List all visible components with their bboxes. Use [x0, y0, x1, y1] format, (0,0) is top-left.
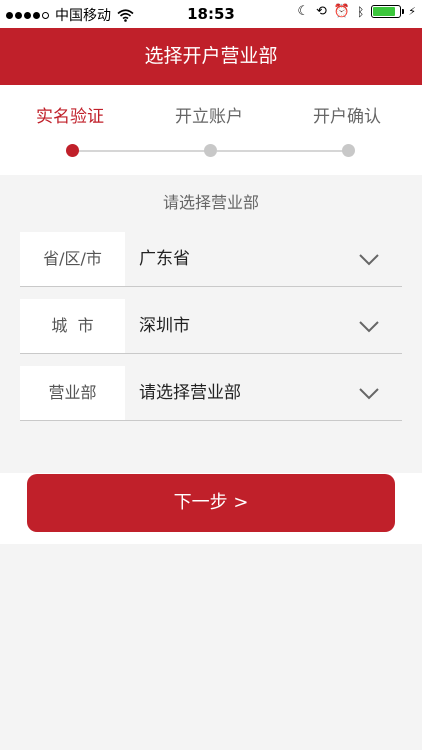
- branch-value: 请选择营业部: [139, 383, 241, 403]
- bluetooth-icon: ᛒ: [357, 4, 365, 19]
- branch-select[interactable]: 营业部 请选择营业部: [20, 366, 402, 421]
- battery-icon: [371, 5, 405, 18]
- status-right: ☾ ⟲ ⏰ ᛒ ⚡: [297, 4, 416, 19]
- section-prompt: 请选择营业部: [162, 193, 259, 212]
- branch-label: 营业部: [20, 366, 125, 420]
- province-value: 广东省: [139, 249, 190, 269]
- moon-icon: ☾: [297, 4, 309, 19]
- chevron-down-icon: [359, 254, 379, 266]
- province-label: 省/区/市: [20, 232, 125, 286]
- step-label-open-account: 开立账户: [175, 107, 243, 127]
- city-value: 深圳市: [139, 316, 190, 336]
- chevron-down-icon: [359, 321, 379, 333]
- step-connector-1: [77, 150, 205, 152]
- step-dot-2: [204, 144, 217, 157]
- step-connector-2: [217, 150, 343, 152]
- alarm-icon: ⏰: [333, 4, 351, 19]
- button-area: 下一步 >: [0, 473, 422, 544]
- city-label: 城 市: [20, 299, 125, 353]
- province-select[interactable]: 省/区/市 广东省: [20, 232, 402, 287]
- step-indicator: 实名验证 开立账户 开户确认: [0, 85, 422, 175]
- charging-icon: ⚡: [408, 5, 416, 18]
- page-title: 选择开户营业部: [0, 28, 422, 85]
- rotation-lock-icon: ⟲: [315, 4, 327, 19]
- step-dot-3: [342, 144, 355, 157]
- chevron-down-icon: [359, 388, 379, 400]
- status-bar: 中国移动 18:53 ☾ ⟲ ⏰ ᛒ ⚡: [0, 0, 422, 28]
- city-select[interactable]: 城 市 深圳市: [20, 299, 402, 354]
- next-step-button[interactable]: 下一步 >: [27, 474, 395, 532]
- step-label-confirm: 开户确认: [313, 107, 381, 127]
- step-label-verify: 实名验证: [36, 107, 104, 127]
- step-dot-1: [66, 144, 79, 157]
